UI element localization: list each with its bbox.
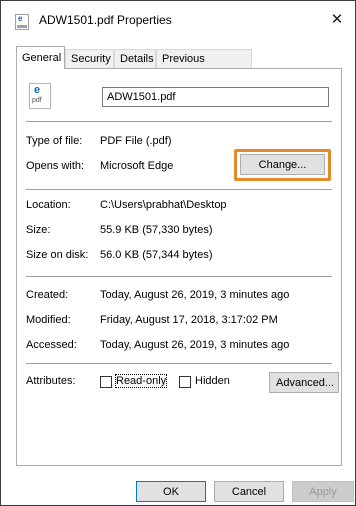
hidden-checkbox[interactable] (179, 376, 191, 388)
divider (26, 276, 332, 277)
apply-button[interactable]: Apply (292, 481, 354, 502)
divider (26, 363, 332, 364)
location-label: Location: (26, 199, 71, 211)
readonly-label[interactable]: Read-only (114, 374, 168, 388)
created-value: Today, August 26, 2019, 3 minutes ago (100, 289, 290, 301)
type-of-file-value: PDF File (.pdf) (100, 135, 172, 147)
tab-security[interactable]: Security (65, 49, 114, 68)
advanced-button[interactable]: Advanced... (269, 372, 339, 393)
tab-details[interactable]: Details (114, 49, 156, 68)
title-icon-letter: e (18, 14, 23, 23)
type-of-file-label: Type of file: (26, 135, 83, 147)
modified-label: Modified: (26, 314, 71, 326)
opens-with-label: Opens with: (26, 160, 85, 172)
opens-with-value: Microsoft Edge (100, 160, 174, 172)
hidden-label[interactable]: Hidden (195, 375, 230, 387)
size-value: 55.9 KB (57,330 bytes) (100, 224, 213, 236)
pdf-file-icon: e (15, 14, 29, 30)
change-button-label: Change... (258, 159, 307, 171)
file-name-input[interactable] (102, 87, 329, 107)
change-button[interactable]: Change... (240, 154, 325, 175)
advanced-button-label: Advanced... (276, 377, 335, 389)
location-value: C:\Users\prabhat\Desktop (100, 199, 227, 211)
ok-button-label: OK (163, 486, 179, 498)
created-label: Created: (26, 289, 69, 301)
pdf-file-icon: e pdf (29, 83, 51, 109)
window-title: ADW1501.pdf Properties (39, 13, 172, 27)
ok-button[interactable]: OK (136, 481, 206, 502)
size-on-disk-value: 56.0 KB (57,344 bytes) (100, 249, 213, 261)
close-icon[interactable]: ✕ (327, 11, 347, 29)
size-label: Size: (26, 224, 51, 236)
modified-value: Friday, August 17, 2018, 3:17:02 PM (100, 314, 278, 326)
apply-button-label: Apply (309, 486, 337, 498)
cancel-button[interactable]: Cancel (214, 481, 284, 502)
readonly-checkbox[interactable] (100, 376, 112, 388)
file-icon-letter: e (34, 84, 41, 96)
size-on-disk-label: Size on disk: (26, 249, 89, 261)
attributes-label: Attributes: (26, 375, 76, 387)
cancel-button-label: Cancel (231, 486, 267, 498)
divider (26, 121, 332, 122)
tab-previous-versions[interactable]: Previous Versions (156, 49, 252, 83)
accessed-label: Accessed: (26, 339, 77, 351)
general-panel: e pdf Type of file: PDF File (.pdf) Open… (16, 68, 342, 466)
title-bar: e ADW1501.pdf Properties ✕ (1, 1, 355, 41)
tab-general[interactable]: General (16, 46, 65, 69)
file-icon-caption: pdf (32, 97, 42, 104)
divider (26, 189, 332, 190)
accessed-value: Today, August 26, 2019, 3 minutes ago (100, 339, 290, 351)
